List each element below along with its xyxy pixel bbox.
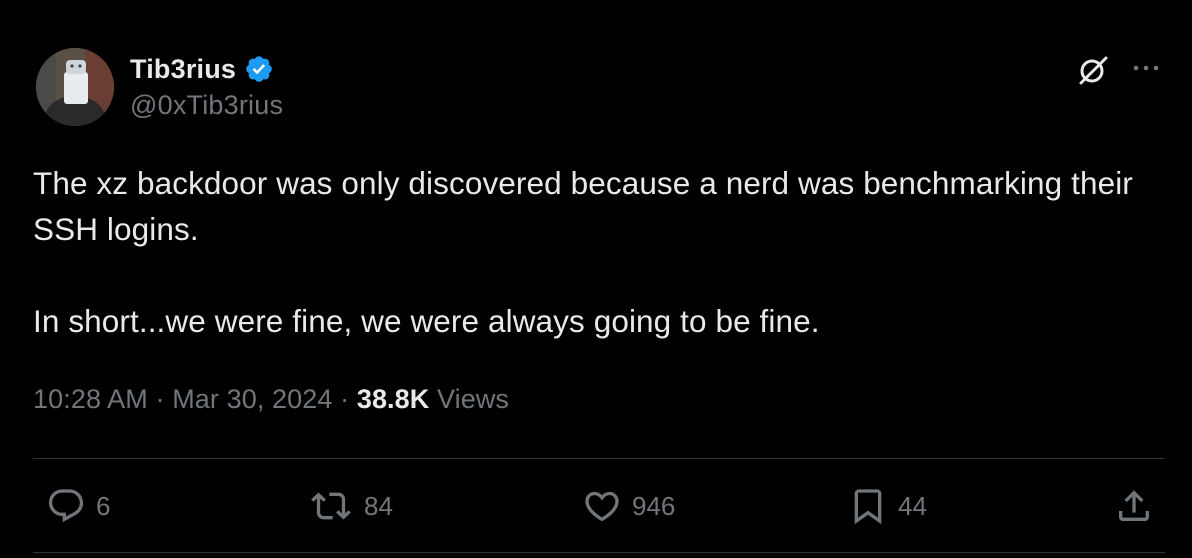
repost-button[interactable]: 84 — [308, 486, 393, 526]
bookmark-button[interactable]: 44 — [848, 486, 927, 526]
bookmark-count: 44 — [898, 490, 927, 521]
handle[interactable]: @0xTib3rius — [130, 90, 283, 121]
meta-separator: · — [340, 384, 350, 414]
avatar[interactable] — [36, 48, 114, 126]
verified-badge-icon[interactable] — [244, 54, 274, 84]
more-icon[interactable] — [1128, 58, 1164, 78]
tweet-card: Tib3rius @0xTib3rius The xz backdoor was… — [0, 0, 1192, 558]
meta-separator: · — [155, 384, 165, 414]
grok-icon[interactable] — [1075, 52, 1111, 88]
tweet-date[interactable]: Mar 30, 2024 — [172, 384, 332, 414]
divider — [33, 458, 1165, 459]
repost-icon — [311, 492, 351, 520]
tweet-paragraph: The xz backdoor was only discovered beca… — [33, 165, 1133, 247]
share-icon — [1119, 490, 1149, 521]
share-button[interactable] — [1114, 486, 1154, 526]
views-count[interactable]: 38.8K — [357, 384, 430, 414]
reply-button[interactable]: 6 — [46, 486, 110, 526]
bookmark-icon — [854, 489, 882, 525]
repost-count: 84 — [364, 490, 393, 521]
display-name[interactable]: Tib3rius — [130, 54, 236, 85]
divider — [33, 552, 1165, 553]
name-row: Tib3rius — [130, 52, 283, 86]
tweet-meta: 10:28 AM · Mar 30, 2024 · 38.8K Views — [33, 384, 509, 415]
author-block: Tib3rius @0xTib3rius — [130, 52, 283, 121]
tweet-text: The xz backdoor was only discovered beca… — [33, 160, 1173, 344]
avatar-image — [36, 48, 114, 126]
tweet-paragraph: In short...we were fine, we were always … — [33, 303, 820, 339]
tweet-time[interactable]: 10:28 AM — [33, 384, 148, 414]
like-count: 946 — [632, 490, 676, 521]
views-label: Views — [437, 384, 510, 414]
heart-icon — [585, 491, 619, 522]
reply-icon — [48, 489, 84, 523]
like-button[interactable]: 946 — [582, 486, 675, 526]
reply-count: 6 — [96, 490, 111, 521]
